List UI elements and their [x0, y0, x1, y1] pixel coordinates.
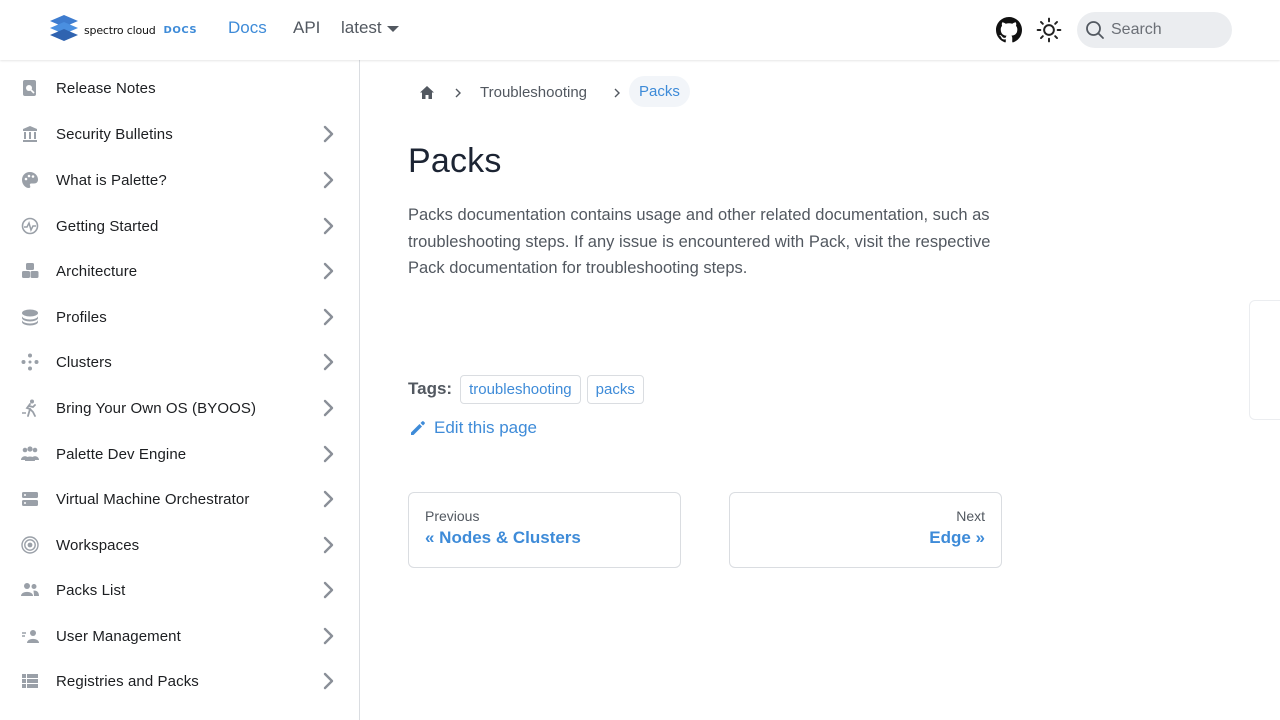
sidebar-item-label: Virtual Machine Orchestrator: [56, 490, 250, 508]
sidebar-item-label: Palette Dev Engine: [56, 445, 187, 463]
top-navbar: spectro cloud DOCS Docs API latest: [0, 0, 1280, 60]
security-icon: [21, 125, 39, 143]
sidebar-item-virtual-machine-orchestrator[interactable]: Virtual Machine Orchestrator: [0, 479, 359, 519]
nav-link-docs[interactable]: Docs: [228, 18, 267, 38]
sidebar-item-label: Profiles: [56, 308, 107, 326]
tag-packs[interactable]: packs: [586, 374, 644, 404]
sidebar-item-getting-started[interactable]: Getting Started: [0, 206, 359, 246]
chevron-right-icon[interactable]: [318, 170, 338, 190]
palette-icon: [21, 171, 39, 189]
pagination-previous[interactable]: Previous « Nodes & Clusters: [408, 492, 681, 568]
toc-collapsed-panel[interactable]: [1249, 300, 1280, 420]
user-management-icon: [21, 627, 39, 645]
tag-troubleshooting[interactable]: troubleshooting: [460, 374, 581, 404]
sidebar-item-label: Workspaces: [56, 536, 140, 554]
brand-suffix: DOCS: [163, 24, 198, 36]
sidebar-item-workspaces[interactable]: Workspaces: [0, 525, 359, 565]
chevron-right-icon: [455, 88, 461, 98]
chevron-right-icon[interactable]: [318, 216, 338, 236]
sidebar-item-byoos[interactable]: Bring Your Own OS (BYOOS): [0, 388, 359, 428]
pagination-previous-title: « Nodes & Clusters: [425, 528, 581, 547]
sidebar-item-label: What is Palette?: [56, 171, 167, 189]
brand-name: spectro cloud: [84, 23, 156, 37]
sidebar-item-release-notes[interactable]: Release Notes: [0, 68, 359, 108]
workspaces-icon: [21, 536, 39, 554]
sidebar-item-architecture[interactable]: Architecture: [0, 251, 359, 291]
sidebar-item-label: Registries and Packs: [56, 672, 199, 690]
pagination-next-title: Edge »: [929, 528, 985, 547]
brand-logo[interactable]: spectro cloud DOCS: [48, 15, 197, 45]
chevron-right-icon: [614, 88, 620, 98]
chevron-right-icon[interactable]: [318, 489, 338, 509]
byoos-icon: [21, 399, 39, 417]
sun-icon[interactable]: [1036, 17, 1062, 43]
sidebar-item-user-management[interactable]: User Management: [0, 616, 359, 656]
chevron-right-icon[interactable]: [318, 535, 338, 555]
sidebar-item-label: Getting Started: [56, 217, 159, 235]
chevron-right-icon[interactable]: [318, 261, 338, 281]
chevron-right-icon[interactable]: [318, 398, 338, 418]
pagination-next[interactable]: Next Edge »: [729, 492, 1002, 568]
sidebar-item-label: Architecture: [56, 262, 138, 280]
tags-list: Tags: troubleshooting packs: [408, 374, 650, 404]
sidebar-item-palette-dev-engine[interactable]: Palette Dev Engine: [0, 434, 359, 474]
sidebar-item-clusters[interactable]: Clusters: [0, 342, 359, 382]
nav-link-api[interactable]: API: [293, 18, 320, 38]
sidebar-item-registries-and-packs[interactable]: Registries and Packs: [0, 661, 359, 701]
sidebar-item-label: Release Notes: [56, 79, 156, 97]
main-content: Troubleshooting Packs Packs Packs docume…: [360, 60, 1280, 720]
pencil-icon: [411, 421, 425, 435]
sidebar: Release Notes Security Bulletins What is…: [0, 60, 360, 720]
sidebar-item-profiles[interactable]: Profiles: [0, 297, 359, 337]
search-input[interactable]: [1111, 21, 1221, 39]
search-box[interactable]: [1077, 12, 1232, 48]
spectro-cloud-logo-icon: [50, 15, 78, 41]
architecture-icon: [21, 262, 39, 280]
tags-label: Tags:: [408, 379, 453, 398]
sidebar-item-label: Bring Your Own OS (BYOOS): [56, 399, 257, 417]
sidebar-item-packs-list[interactable]: Packs List: [0, 570, 359, 610]
profiles-icon: [21, 308, 39, 326]
getting-started-icon: [21, 217, 39, 235]
chevron-right-icon[interactable]: [318, 124, 338, 144]
home-icon[interactable]: [418, 84, 436, 102]
chevron-right-icon[interactable]: [318, 580, 338, 600]
edit-page-label: Edit this page: [434, 418, 538, 437]
github-icon[interactable]: [996, 17, 1022, 43]
version-dropdown[interactable]: latest: [341, 18, 399, 38]
sidebar-item-label: Packs List: [56, 581, 126, 599]
pagination-next-label: Next: [956, 508, 985, 524]
page-title: Packs: [408, 142, 502, 180]
chevron-right-icon[interactable]: [318, 444, 338, 464]
breadcrumb: Troubleshooting Packs: [408, 76, 808, 110]
caret-down-icon: [386, 26, 399, 32]
search-icon: [1086, 21, 1104, 39]
clusters-icon: [21, 353, 39, 371]
vmo-icon: [21, 490, 39, 508]
chevron-right-icon[interactable]: [318, 671, 338, 691]
breadcrumb-item-packs: Packs: [629, 76, 690, 107]
sidebar-item-what-is-palette[interactable]: What is Palette?: [0, 160, 359, 200]
sidebar-item-label: Clusters: [56, 353, 112, 371]
edit-page-link[interactable]: Edit this page: [408, 418, 537, 438]
sidebar-item-security-bulletins[interactable]: Security Bulletins: [0, 114, 359, 154]
sidebar-item-label: Security Bulletins: [56, 125, 173, 143]
chevron-right-icon[interactable]: [318, 626, 338, 646]
registries-icon: [21, 672, 39, 690]
sidebar-item-label: User Management: [56, 627, 181, 645]
release-notes-icon: [21, 79, 39, 97]
page-description: Packs documentation contains usage and o…: [408, 206, 991, 277]
chevron-right-icon[interactable]: [318, 352, 338, 372]
pagination-previous-label: Previous: [425, 508, 480, 524]
breadcrumb-item-troubleshooting[interactable]: Troubleshooting: [480, 84, 587, 101]
dev-engine-icon: [21, 445, 39, 463]
packs-list-icon: [21, 581, 39, 599]
chevron-right-icon[interactable]: [318, 307, 338, 327]
version-label: latest: [341, 18, 382, 37]
